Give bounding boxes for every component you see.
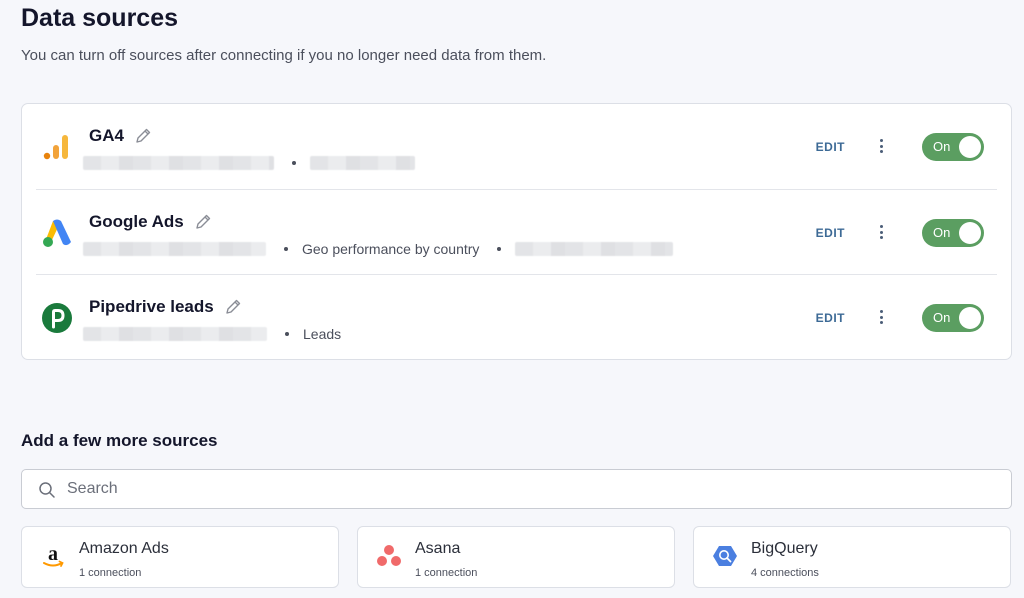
source-card-name: Amazon Ads [79, 540, 169, 557]
pipedrive-icon [40, 301, 74, 335]
source-toggle[interactable]: On [922, 219, 984, 247]
source-details: Leads [83, 325, 341, 343]
separator-dot [292, 161, 296, 165]
source-card-connections: 4 connections [751, 567, 819, 579]
source-card-amazon-ads[interactable]: a Amazon Ads 1 connection [21, 526, 339, 588]
more-options-icon[interactable] [874, 308, 888, 326]
separator-dot [284, 247, 288, 251]
source-row-ga4: GA4 EDIT On [36, 104, 997, 189]
toggle-label: On [933, 225, 951, 240]
toggle-label: On [933, 139, 951, 154]
google-ads-icon [40, 216, 74, 250]
source-card-name: Asana [415, 540, 461, 557]
page-title: Data sources [21, 4, 179, 32]
search-input[interactable] [67, 470, 997, 508]
source-name: Pipedrive leads [89, 297, 242, 317]
source-name-label: Pipedrive leads [89, 297, 214, 316]
toggle-knob [959, 222, 981, 244]
svg-text:a: a [48, 543, 58, 565]
source-row-pipedrive-leads: Pipedrive leads Leads EDIT On [36, 274, 997, 359]
source-card-bigquery[interactable]: BigQuery 4 connections [693, 526, 1011, 588]
source-card-connections: 1 connection [79, 567, 142, 579]
pencil-icon[interactable] [194, 213, 212, 231]
redacted-customer [515, 242, 674, 256]
report-type: Geo performance by country [302, 241, 480, 257]
edit-button[interactable]: EDIT [816, 140, 845, 154]
source-card-name: BigQuery [751, 540, 818, 557]
edit-button[interactable]: EDIT [816, 226, 845, 240]
source-row-google-ads: Google Ads Geo performance by country ED… [36, 189, 997, 274]
separator-dot [497, 247, 502, 251]
report-type: Leads [303, 326, 342, 342]
search-icon [38, 481, 56, 504]
amazon-icon: a [40, 543, 66, 569]
toggle-knob [959, 307, 981, 329]
pencil-icon[interactable] [134, 127, 152, 145]
connected-sources-list: GA4 EDIT On Google Ads Geo performance b… [21, 103, 1012, 360]
source-details: Geo performance by country [83, 240, 674, 258]
page-subtitle: You can turn off sources after connectin… [21, 47, 547, 64]
search-box[interactable] [21, 469, 1012, 509]
ga4-icon [40, 130, 74, 164]
source-name-label: GA4 [89, 126, 124, 145]
redacted-account [83, 156, 274, 170]
source-card-asana[interactable]: Asana 1 connection [357, 526, 675, 588]
source-name-label: Google Ads [89, 212, 184, 231]
more-options-icon[interactable] [874, 137, 888, 155]
source-toggle[interactable]: On [922, 304, 984, 332]
source-card-connections: 1 connection [415, 567, 478, 579]
data-sources-page: Data sources You can turn off sources af… [0, 0, 1024, 598]
toggle-label: On [933, 310, 951, 325]
separator-dot [285, 332, 289, 336]
more-options-icon[interactable] [874, 223, 888, 241]
bigquery-icon [712, 543, 738, 569]
toggle-knob [959, 136, 981, 158]
asana-icon [376, 543, 402, 569]
pencil-icon[interactable] [224, 298, 242, 316]
source-name: Google Ads [89, 212, 212, 232]
add-sources-heading: Add a few more sources [21, 431, 218, 450]
source-toggle[interactable]: On [922, 133, 984, 161]
redacted-account [83, 327, 267, 341]
redacted-property [310, 156, 415, 170]
edit-button[interactable]: EDIT [816, 311, 845, 325]
source-details [83, 154, 415, 172]
source-name: GA4 [89, 126, 152, 146]
redacted-account [83, 242, 266, 256]
